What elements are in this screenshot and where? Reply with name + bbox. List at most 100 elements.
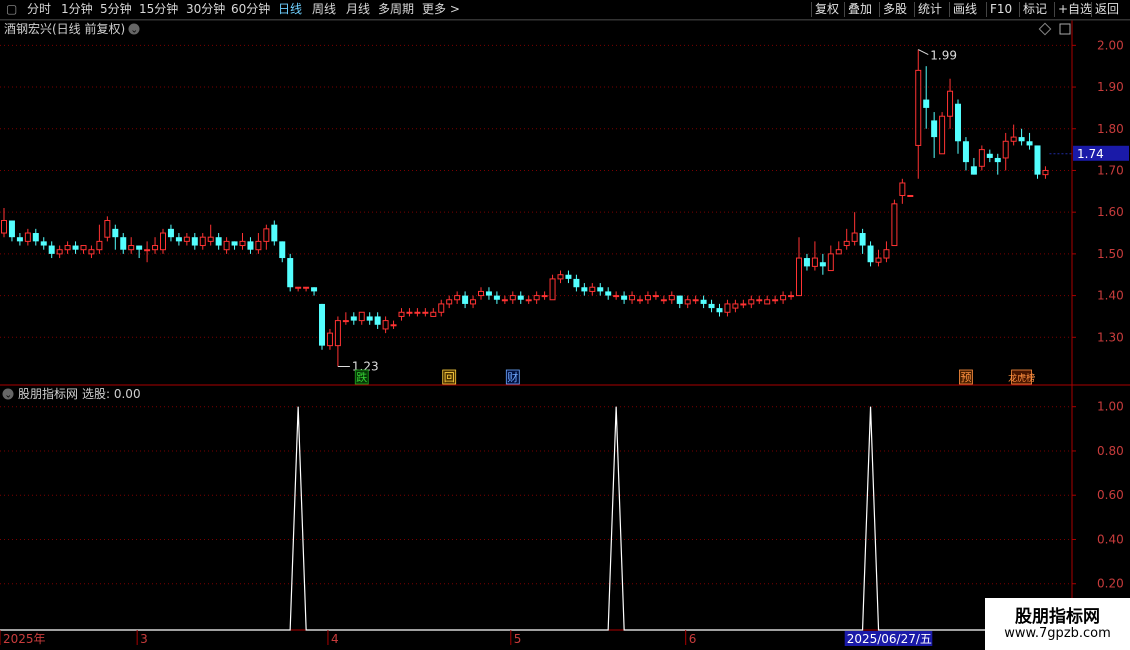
event-marker-label: 财 xyxy=(507,370,518,384)
candle-body xyxy=(239,240,246,247)
candle-body xyxy=(199,236,206,247)
candle-body xyxy=(724,303,731,313)
candle-body xyxy=(994,157,1001,163)
event-marker-label: 龙虎榜 xyxy=(1008,372,1035,384)
candle-body xyxy=(80,245,87,251)
candle-body xyxy=(788,295,795,298)
candle-body xyxy=(581,287,588,292)
candle-body xyxy=(382,320,389,330)
candle-body xyxy=(374,316,381,325)
candle-body xyxy=(311,287,318,292)
candle-body xyxy=(223,240,230,251)
event-marker-label: 回 xyxy=(444,371,455,384)
price-tick-label: 1.70 xyxy=(1097,163,1124,177)
candle-body xyxy=(48,245,55,254)
candle-body xyxy=(462,295,469,304)
candle-body xyxy=(978,149,985,167)
candle-body xyxy=(104,220,111,238)
candle-body xyxy=(970,166,977,175)
candle-body xyxy=(772,299,779,302)
candle-body xyxy=(509,295,516,301)
candle-body xyxy=(454,295,461,301)
candle-body xyxy=(1026,141,1033,146)
indicator-value-label: 选股: 0.00 xyxy=(82,387,141,401)
indicator-title: 股朋指标网 xyxy=(18,386,78,401)
candle-body xyxy=(597,287,604,292)
date-axis-label: 5 xyxy=(514,632,522,646)
candle-body xyxy=(160,232,166,251)
candle-body xyxy=(533,295,540,301)
date-axis-label: 4 xyxy=(331,632,339,646)
diamond-icon[interactable] xyxy=(1038,22,1052,36)
chevron-down-icon: ⌄ xyxy=(5,391,13,401)
candle-body xyxy=(931,120,938,138)
candle-body xyxy=(565,274,572,279)
candle-body xyxy=(796,257,802,297)
indicator-tick-label: 0.40 xyxy=(1097,532,1124,546)
panel-toggle-icon[interactable] xyxy=(1059,23,1071,35)
candle-body xyxy=(414,311,421,314)
candle-body xyxy=(295,286,302,289)
candle-body xyxy=(851,232,858,242)
candle-body xyxy=(32,233,39,242)
candle-body xyxy=(120,237,127,250)
candle-body xyxy=(517,295,524,300)
candle-body xyxy=(358,311,365,322)
candle-body xyxy=(637,299,643,302)
event-marker-label: 跌 xyxy=(356,370,367,384)
kline-chart: 2.00 1.90 1.80 1.70 1.60 1.50 1.40 1.30 酒钢宏兴(日线 … xyxy=(0,19,1130,646)
candle-body xyxy=(64,245,71,251)
candle-body xyxy=(843,240,850,247)
candle-body xyxy=(605,291,612,296)
candle-body xyxy=(247,241,254,250)
candle-body xyxy=(112,228,119,238)
high-price-label: 1.99 xyxy=(930,49,957,63)
candle-body xyxy=(819,262,826,267)
price-tick-label: 2.00 xyxy=(1097,38,1124,52)
candle-body xyxy=(883,249,890,259)
candle-body xyxy=(279,241,286,259)
candle-body xyxy=(96,240,103,251)
candle-body xyxy=(136,245,143,250)
candle-body xyxy=(589,286,596,292)
candle-body xyxy=(875,257,882,263)
watermark-url: www.7gpzb.com xyxy=(1004,626,1111,641)
candle-body xyxy=(764,299,771,305)
candle-body xyxy=(660,299,667,302)
price-tick-label: 1.80 xyxy=(1097,122,1124,136)
candle-body xyxy=(947,90,954,117)
candle-body xyxy=(811,257,818,267)
candle-body xyxy=(319,303,325,346)
candle-body xyxy=(732,303,739,309)
indicator-tick-label: 0.20 xyxy=(1097,577,1124,591)
candle-body xyxy=(629,295,636,301)
candle-body xyxy=(708,303,715,309)
main-panel-title: 酒钢宏兴(日线 前复权) xyxy=(4,21,125,36)
candle-body xyxy=(438,303,445,313)
candle-body xyxy=(287,258,294,288)
candle-body xyxy=(692,299,699,302)
candle-body xyxy=(557,274,564,280)
candle-body xyxy=(756,299,763,302)
candle-body xyxy=(1002,140,1009,159)
date-axis-label: 6 xyxy=(689,632,697,646)
candle-body xyxy=(827,253,834,272)
high-pointer xyxy=(918,49,929,55)
candle-body xyxy=(478,290,484,297)
candle-body xyxy=(470,299,477,305)
current-price-label: 1.74 xyxy=(1077,147,1104,161)
candle-body xyxy=(549,278,556,301)
candle-body xyxy=(398,311,405,317)
price-tick-label: 1.50 xyxy=(1097,247,1124,261)
candle-body xyxy=(493,295,500,300)
candle-body xyxy=(740,303,747,306)
candle-body xyxy=(16,237,23,242)
candle-body xyxy=(644,295,651,301)
candle-body xyxy=(939,115,946,155)
candle-body xyxy=(621,295,628,300)
chevron-down-icon: ⌄ xyxy=(131,26,139,36)
candle-body xyxy=(668,295,675,301)
candle-body xyxy=(525,299,532,302)
candle-body xyxy=(915,69,922,146)
candle-body xyxy=(366,316,373,321)
